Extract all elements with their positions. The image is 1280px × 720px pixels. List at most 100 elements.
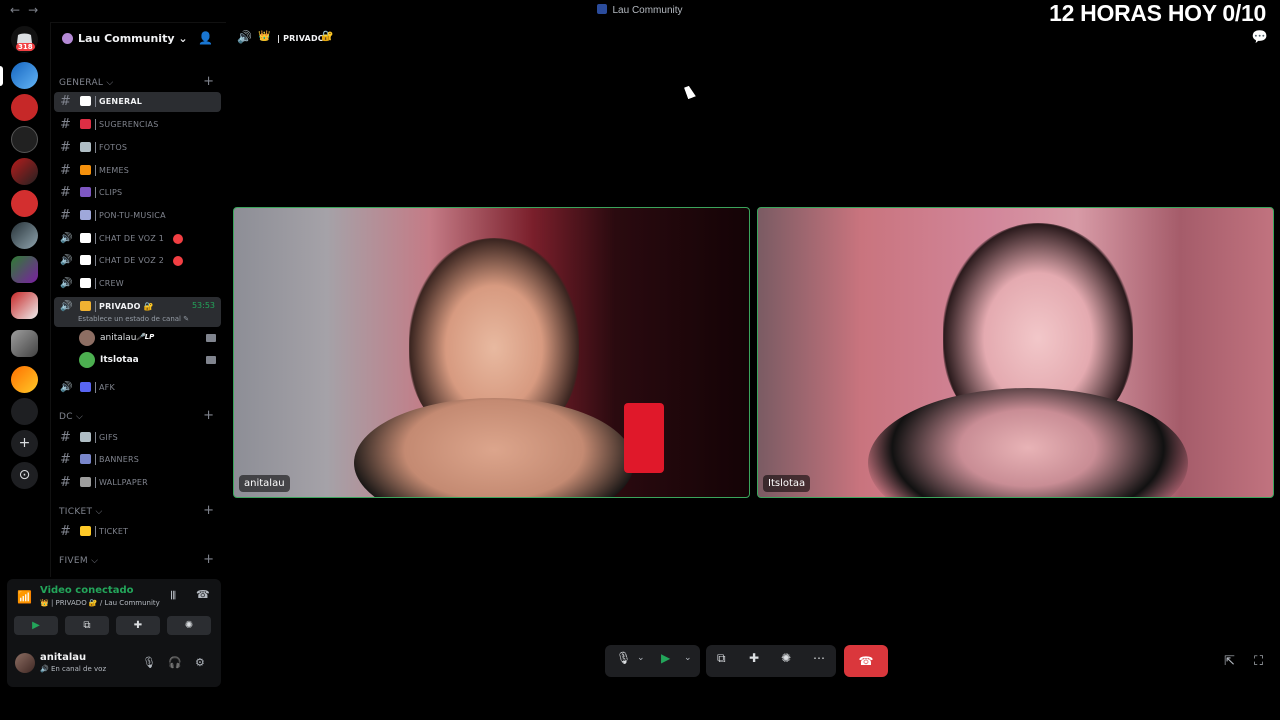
- mic-icon[interactable]: 🎙: [142, 656, 156, 669]
- guild-header[interactable]: Lau Community ⌄ 👤: [51, 23, 227, 55]
- gear-icon[interactable]: ⚙: [195, 656, 205, 669]
- category-general[interactable]: GENERAL ⌵: [59, 78, 114, 88]
- category-fivem[interactable]: FIVEM ⌵: [59, 556, 98, 566]
- channel-label: WALLPAPER: [99, 478, 148, 487]
- voice-location[interactable]: 👑 | PRIVADO 🔐 / Lau Community: [40, 599, 160, 607]
- headset-icon[interactable]: 🎧: [168, 656, 182, 669]
- video-tile[interactable]: Itslotaa: [757, 207, 1274, 498]
- participant-name: Itslotaa: [763, 475, 811, 492]
- user-status: 🔊 En canal de voz: [40, 665, 107, 673]
- channel-voice[interactable]: 🔊 CHAT DE VOZ 1: [54, 229, 221, 249]
- hash-icon: #: [60, 94, 71, 109]
- channel-text[interactable]: # TICKET: [54, 522, 221, 542]
- channel-sidebar: Lau Community ⌄ 👤 GENERAL ⌵ + # GENERAL # S…: [50, 22, 226, 577]
- server-folder[interactable]: [11, 292, 38, 319]
- channel-voice[interactable]: 🔊 CREW: [54, 274, 221, 294]
- activities-icon[interactable]: ✚: [749, 651, 759, 665]
- server-icon[interactable]: [11, 126, 38, 153]
- channel-emoji-icon: [80, 210, 91, 220]
- camera-icon[interactable]: ▶: [661, 651, 670, 665]
- server-icon[interactable]: [11, 62, 38, 89]
- hang-up-button[interactable]: ☎: [844, 645, 888, 677]
- chat-icon[interactable]: 💬: [1252, 30, 1268, 45]
- create-channel-icon[interactable]: +: [203, 408, 214, 423]
- video-tile[interactable]: anitalau: [233, 207, 750, 498]
- discover-icon[interactable]: ⊙: [11, 462, 38, 489]
- channel-label: CREW: [99, 279, 124, 288]
- channel-status-prompt[interactable]: Establece un estado de canal ✎: [78, 315, 189, 323]
- chevron-down-icon[interactable]: ⌄: [684, 653, 692, 663]
- signal-icon[interactable]: 📶: [17, 590, 32, 604]
- soundboard-icon[interactable]: ✺: [781, 651, 791, 665]
- participant-name: anitalau: [239, 475, 290, 492]
- video-feed: [868, 388, 1188, 497]
- channel-label: GENERAL: [99, 97, 143, 106]
- create-channel-icon[interactable]: +: [203, 74, 214, 89]
- server-folder[interactable]: [11, 256, 38, 283]
- server-icon[interactable]: [11, 190, 38, 217]
- channel-text[interactable]: # MEMES: [54, 161, 221, 181]
- invite-icon[interactable]: 👤: [198, 31, 213, 45]
- hash-icon: #: [60, 163, 71, 178]
- window-title-text: Lau Community: [612, 5, 683, 16]
- camera-icon: [206, 334, 216, 342]
- separator: [95, 432, 96, 443]
- channel-text[interactable]: # BANNERS: [54, 450, 221, 470]
- channel-voice[interactable]: 🔊 CHAT DE VOZ 2: [54, 251, 221, 271]
- chevron-down-icon[interactable]: ⌄: [637, 653, 645, 663]
- voice-user-name: anitalau: [100, 333, 137, 343]
- screen-share-icon[interactable]: ⧉: [717, 651, 726, 666]
- home-button[interactable]: 318: [11, 26, 38, 53]
- mic-icon[interactable]: 🎙: [616, 651, 631, 665]
- avatar: [79, 330, 95, 346]
- channel-voice[interactable]: 🔊 AFK: [54, 378, 221, 398]
- channel-voice[interactable]: 🔊 PRIVADO 🔐 53:53 Establece un estado de ca…: [54, 297, 221, 327]
- camera-icon: [206, 356, 216, 364]
- mention-badge: 318: [16, 43, 35, 51]
- create-channel-icon[interactable]: +: [203, 552, 214, 567]
- avatar: [79, 352, 95, 368]
- server-icon[interactable]: [11, 94, 38, 121]
- channel-text[interactable]: # FOTOS: [54, 138, 221, 158]
- activities-button[interactable]: ✚: [116, 616, 160, 635]
- channel-emoji-icon: [80, 187, 91, 197]
- add-server-icon[interactable]: +: [11, 430, 38, 457]
- fullscreen-icon[interactable]: ⛶: [1254, 654, 1263, 669]
- voice-state[interactable]: Video conectado: [40, 585, 133, 596]
- noise-suppression-icon[interactable]: 𝄃𝄃: [171, 589, 176, 603]
- channel-emoji-icon: [80, 142, 91, 152]
- popout-icon[interactable]: ⇱: [1224, 654, 1235, 669]
- channel-text[interactable]: # PON-TU-MUSICA: [54, 206, 221, 226]
- soundboard-button[interactable]: ✺: [167, 616, 211, 635]
- speaker-icon: 🔊: [60, 301, 73, 312]
- speaker-icon: 🔊: [60, 382, 73, 393]
- channel-label: SUGERENCIAS: [99, 120, 159, 129]
- server-folder[interactable]: [11, 330, 38, 357]
- disconnect-icon[interactable]: ☎: [196, 588, 210, 601]
- separator: [95, 477, 96, 488]
- user-avatar[interactable]: [15, 653, 35, 673]
- channel-text[interactable]: # GIFS: [54, 428, 221, 448]
- create-channel-icon[interactable]: +: [203, 503, 214, 518]
- hash-icon: #: [60, 524, 71, 539]
- channel-text[interactable]: # WALLPAPER: [54, 473, 221, 493]
- separator: [95, 301, 96, 312]
- server-icon[interactable]: [11, 366, 38, 393]
- server-icon[interactable]: [11, 398, 38, 425]
- category-ticket[interactable]: TICKET ⌵: [59, 507, 103, 517]
- channel-text[interactable]: # SUGERENCIAS: [54, 115, 221, 135]
- screen-share-button[interactable]: ⧉: [65, 616, 109, 635]
- server-icon[interactable]: [11, 158, 38, 185]
- user-name[interactable]: anitalau: [40, 652, 86, 663]
- more-icon[interactable]: ⋯: [813, 651, 825, 665]
- separator: [95, 142, 96, 153]
- separator: [95, 96, 96, 107]
- channel-label: BANNERS: [99, 455, 140, 464]
- camera-button[interactable]: ▶: [14, 616, 58, 635]
- channel-label: FOTOS: [99, 143, 128, 152]
- channel-text[interactable]: # CLIPS: [54, 183, 221, 203]
- category-dc[interactable]: DC ⌵: [59, 412, 83, 422]
- separator: [95, 255, 96, 266]
- server-icon[interactable]: [11, 222, 38, 249]
- channel-text[interactable]: # GENERAL: [54, 92, 221, 112]
